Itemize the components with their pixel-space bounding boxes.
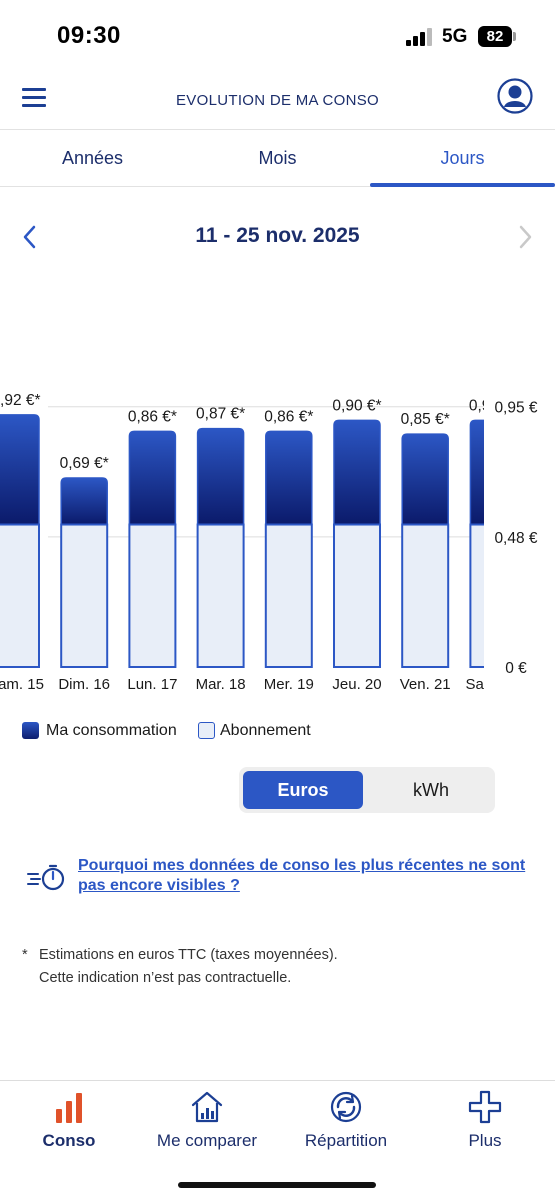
nav-label-conso: Conso [42,1131,96,1150]
data-delay-link[interactable]: Pourquoi mes données de conso les plus r… [78,856,548,896]
y-tick-label: 0 € [505,660,527,677]
bar-abonnement [0,523,40,668]
footnote-line-1: Estimations en euros TTC (taxes moyennée… [39,947,338,963]
nav-label-repartition: Répartition [304,1131,388,1150]
bar-consommation [401,433,449,526]
date-range-label: 11 - 25 nov. 2025 [195,224,360,247]
bar-abonnement [333,523,381,668]
bar-consommation [333,419,381,526]
bar-value-label: 0,87 €* [196,406,245,423]
status-time: 09:30 [57,22,121,49]
bar-abonnement [128,523,177,668]
bar-consommation [60,477,108,526]
legend-label: Ma consommation [46,722,177,739]
y-tick-label: 0,95 € [494,400,537,417]
tab-mois[interactable]: Mois [185,131,370,187]
x-tick-label: Dim. 16 [58,676,110,693]
bar-abonnement [196,523,245,668]
nav-label-me-comparer: Me comparer [156,1131,258,1150]
tab-jours[interactable]: Jours [370,131,555,187]
x-tick-label: Mar. 18 [196,676,246,693]
cycle-arrows-icon [328,1089,364,1125]
footnote-star: * [22,947,28,963]
bar-abonnement [264,523,313,668]
battery-tip [513,32,516,41]
nav-item-conso[interactable]: Conso [0,1081,138,1161]
page-title: EVOLUTION DE MA CONSO [176,92,379,109]
chart-svg: 0,92 €* Sam. 15 0,69 €* Dim. 16 0,86 €* Lun. … [0,380,555,700]
date-range-navigator: 11 - 25 nov. 2025 [0,215,555,259]
legend-swatch-abonnement [198,722,215,739]
legend-label: Abonnement [220,722,311,739]
signal-strength-icon [406,28,434,46]
home-indicator [178,1182,376,1188]
bar-value-label: 0,85 €* [401,411,450,428]
bar-consommation [196,427,245,526]
nav-item-plus[interactable]: Plus [416,1081,554,1161]
network-type: 5G [442,26,468,47]
app-header: EVOLUTION DE MA CONSO [0,70,555,130]
bar-consommation [0,414,40,526]
bar-abonnement [60,523,109,668]
footnote-line-2: Cette indication n’est pas contractuelle… [39,970,292,986]
consumption-bar-chart: 0,92 €* Sam. 15 0,69 €* Dim. 16 0,86 €* Lun. … [0,380,555,700]
unit-option-kwh[interactable]: kWh [371,771,491,809]
house-chart-icon [189,1089,225,1125]
bar-value-label: 0,86 €* [264,408,313,425]
x-tick-label: Sam. 15 [0,676,44,693]
bar-abonnement [401,523,450,668]
nav-label-plus: Plus [468,1131,502,1150]
bar-value-label: 0,90 €* [332,397,381,414]
nav-item-me-comparer[interactable]: Me comparer [138,1081,276,1161]
battery-icon: 82 [478,26,512,47]
y-tick-label: 0,48 € [494,530,537,547]
period-tabs: Années Mois Jours [0,131,555,187]
legend-swatch-consommation [22,722,39,739]
bar-value-label: 0,92 €* [0,392,41,409]
data-delay-info: Pourquoi mes données de conso les plus r… [26,856,536,904]
bar-value-label: 0,69 €* [60,455,109,472]
x-tick-label: Lun. 17 [127,676,177,693]
plus-icon [467,1089,503,1125]
bar-consommation [265,430,313,526]
bar-value-label: 0,86 €* [128,408,177,425]
tab-annees[interactable]: Années [0,131,185,187]
bar-consommation [128,430,177,526]
status-bar: 09:30 5G 82 [0,0,555,70]
active-tab-indicator [370,183,555,187]
unit-option-euros[interactable]: Euros [243,771,363,809]
fast-timer-icon [26,862,68,892]
chevron-right-icon[interactable] [512,223,538,251]
x-tick-label: Jeu. 20 [332,676,381,693]
x-tick-label: Mer. 19 [264,676,314,693]
nav-item-repartition[interactable]: Répartition [277,1081,415,1161]
x-tick-label: Ven. 21 [400,676,451,693]
user-profile-icon[interactable] [497,78,533,114]
bar-chart-icon [51,1089,87,1125]
unit-toggle: Euros kWh [239,767,495,813]
